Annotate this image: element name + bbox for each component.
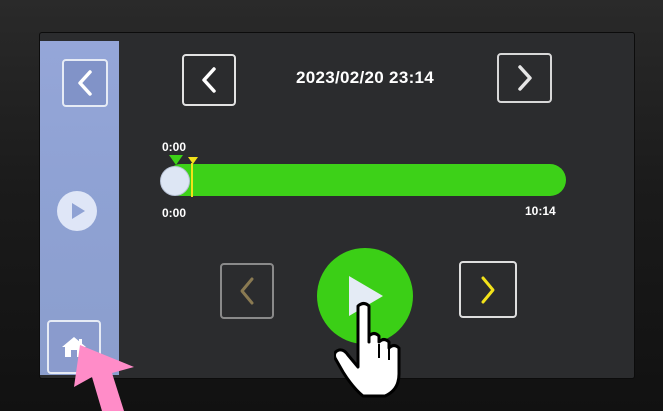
timeline-track[interactable] — [165, 164, 566, 196]
timeline-end-time: 10:14 — [525, 204, 556, 218]
step-forward-button[interactable] — [459, 261, 517, 318]
chevron-left-icon — [202, 67, 216, 93]
recording-datetime: 2023/02/20 23:14 — [295, 68, 435, 87]
pink-arrow-icon — [74, 345, 134, 411]
timeline-start-time: 0:00 — [162, 206, 187, 220]
chevron-left-icon — [78, 70, 92, 96]
chevron-right-icon — [517, 65, 532, 91]
step-back-button[interactable] — [220, 263, 274, 319]
start-marker-label: 0:00 — [162, 140, 187, 154]
pointer-hand-icon — [334, 302, 401, 398]
chevron-right-icon — [481, 276, 495, 303]
timeline-scrubber-handle[interactable] — [160, 166, 190, 196]
sidebar-back-button[interactable] — [62, 59, 108, 107]
next-day-button[interactable] — [497, 53, 552, 103]
current-position-marker-icon — [188, 157, 198, 164]
chevron-left-icon — [240, 277, 254, 305]
play-icon — [72, 203, 85, 219]
sidebar — [40, 41, 119, 375]
sidebar-play-button[interactable] — [57, 191, 97, 231]
previous-day-button[interactable] — [182, 54, 236, 106]
timeline-cursor-line — [191, 163, 193, 197]
